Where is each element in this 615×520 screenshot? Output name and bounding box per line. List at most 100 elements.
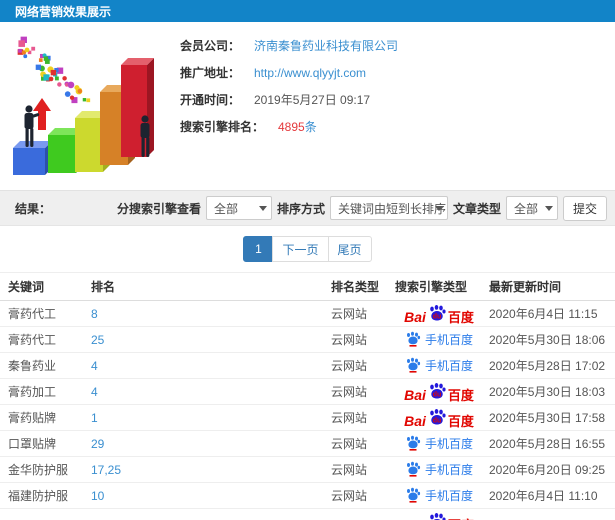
page-button-current[interactable]: 1	[243, 236, 274, 262]
rank-type-cell: 云网站	[331, 411, 368, 425]
engine-cell: Bai du 百度	[389, 408, 489, 428]
results-table: 关键词 排名 排名类型 搜索引擎类型 最新更新时间 膏药代工 8 云网站 Bai…	[0, 272, 615, 520]
rank-type-cell: 云网站	[331, 463, 368, 477]
table-row: 膏药加工 4 云网站 Bai du 百度 2020年5月30日 18:03	[0, 379, 615, 405]
keyword-cell: 秦鲁药业	[8, 359, 57, 373]
table-row: 口罩贴牌 29 云网站 du	[0, 431, 615, 457]
company-name-link[interactable]: 济南秦鲁药业科技有限公司	[254, 37, 398, 54]
article-type-label: 文章类型	[452, 201, 501, 216]
article-type-select[interactable]: 全部	[505, 196, 558, 220]
table-row: 膏药代工 25 云网站 du	[0, 327, 615, 353]
keyword-cell: 口罩贴牌	[8, 437, 57, 451]
result-label: 结果：	[15, 201, 52, 216]
baidu-pc-logo-icon: Bai du 百度	[404, 304, 474, 324]
keyword-cell: 膏药加工	[8, 385, 57, 399]
filter-controls: 分搜索引擎查看 全部 排序方式 关键词由短到长排序 文章类型 全部 提交	[116, 195, 607, 221]
header-rank: 排名	[91, 280, 116, 294]
updated-cell: 2020年5月30日 17:58	[489, 411, 606, 425]
rank-count-number: 4895	[278, 120, 305, 134]
baidu-mobile-logo-icon: 手机百度	[405, 331, 473, 349]
baidu-mobile-logo-icon: 手机百度	[405, 461, 473, 479]
rank-type-cell: 云网站	[331, 385, 368, 399]
table-row: Bai du 百度	[0, 509, 615, 520]
updated-cell: 2020年6月4日 11:15	[489, 307, 598, 321]
svg-text:du: du	[433, 391, 442, 398]
rank-link[interactable]: 25	[91, 333, 104, 347]
company-info-list: 会员公司： 济南秦鲁药业科技有限公司 推广地址： http://www.qlyy…	[175, 32, 615, 140]
baidu-pc-logo-icon: Bai du 百度	[404, 408, 474, 428]
updated-cell: 2020年6月20日 09:25	[489, 463, 606, 477]
updated-cell: 2020年6月4日 11:10	[489, 489, 598, 503]
chevron-down-icon	[544, 206, 553, 211]
submit-button[interactable]: 提交	[562, 195, 607, 221]
sort-filter-label: 排序方式	[276, 201, 325, 216]
page-title: 网络营销效果展示	[15, 4, 112, 19]
company-info-section: 会员公司： 济南秦鲁药业科技有限公司 推广地址： http://www.qlyy…	[0, 22, 615, 190]
table-body: 膏药代工 8 云网站 Bai du 百度 2020年6月4日 11:15 膏药代…	[0, 301, 615, 520]
table-row: 福建防护服 10 云网站 du	[0, 483, 615, 509]
businessman-left-figure	[24, 105, 40, 147]
updated-cell: 2020年5月28日 17:02	[489, 359, 606, 373]
updated-cell: 2020年5月30日 18:03	[489, 385, 606, 399]
keyword-cell: 膏药代工	[8, 333, 57, 347]
header-updated: 最新更新时间	[489, 280, 562, 294]
info-row-rank-count: 搜索引擎排名： 4895条	[175, 113, 615, 140]
updated-cell: 2020年5月30日 18:06	[489, 333, 606, 347]
baidu-pc-logo-icon: Bai du 百度	[404, 512, 474, 520]
baidu-mobile-logo-icon: 手机百度	[405, 357, 473, 375]
rank-type-cell: 云网站	[331, 333, 368, 347]
engine-cell: du 手机百度	[389, 487, 489, 505]
rank-link[interactable]: 1	[91, 411, 98, 425]
page-button-last[interactable]: 尾页	[327, 236, 372, 262]
engine-cell: du 手机百度	[389, 435, 489, 453]
rank-type-cell: 云网站	[331, 307, 368, 321]
table-header-row: 关键词 排名 排名类型 搜索引擎类型 最新更新时间	[0, 273, 615, 301]
table-row: 膏药代工 8 云网站 Bai du 百度 2020年6月4日 11:15	[0, 301, 615, 327]
svg-text:du: du	[433, 313, 442, 320]
rank-link[interactable]: 10	[91, 489, 104, 503]
engine-filter-label: 分搜索引擎查看	[116, 201, 201, 216]
header-engine-type: 搜索引擎类型	[395, 280, 468, 294]
baidu-pc-logo-icon: Bai du 百度	[404, 382, 474, 402]
pagination: 1 下一页 尾页	[0, 226, 615, 272]
header-keyword: 关键词	[8, 280, 45, 294]
confetti-dots	[17, 36, 91, 104]
rank-type-cell: 云网站	[331, 489, 368, 503]
engine-cell: du 手机百度	[389, 331, 489, 349]
rank-link[interactable]: 8	[91, 307, 98, 321]
keyword-cell: 膏药贴牌	[8, 411, 57, 425]
article-type-value: 全部	[513, 201, 538, 216]
engine-cell: du 手机百度	[389, 461, 489, 479]
rank-link[interactable]: 4	[91, 385, 98, 399]
rank-link[interactable]: 29	[91, 437, 104, 451]
sort-filter-select[interactable]: 关键词由短到长排序	[329, 196, 448, 220]
company-label: 会员公司：	[179, 39, 240, 53]
sort-filter-value: 关键词由短到长排序	[337, 201, 446, 216]
window-titlebar: 网络营销效果展示	[0, 0, 615, 22]
keyword-cell: 福建防护服	[8, 489, 69, 503]
engine-filter-select[interactable]: 全部	[205, 196, 272, 220]
updated-cell: 2020年5月28日 16:55	[489, 437, 606, 451]
svg-text:du: du	[433, 417, 442, 424]
info-row-company: 会员公司： 济南秦鲁药业科技有限公司	[175, 32, 615, 59]
rank-type-cell: 云网站	[331, 437, 368, 451]
rank-type-cell: 云网站	[331, 359, 368, 373]
promo-url-label: 推广地址：	[179, 66, 240, 80]
open-time-label: 开通时间：	[179, 93, 240, 107]
promo-url-link[interactable]: http://www.qlyyjt.com	[254, 66, 366, 80]
table-row: 膏药贴牌 1 云网站 Bai du 百度 2020年5月30日 17:58	[0, 405, 615, 431]
engine-cell: Bai du 百度	[389, 382, 489, 402]
open-time-value: 2019年5月27日 09:17	[254, 93, 371, 107]
engine-cell: Bai du 百度	[389, 304, 489, 324]
table-row: 秦鲁药业 4 云网站 du	[0, 353, 615, 379]
page-button-next[interactable]: 下一页	[272, 236, 329, 262]
rank-link[interactable]: 4	[91, 359, 98, 373]
engine-filter-value: 全部	[213, 201, 238, 216]
rank-count-value: 4895条	[278, 118, 317, 135]
keyword-cell: 金华防护服	[8, 463, 69, 477]
baidu-mobile-logo-icon: 手机百度	[405, 435, 473, 453]
rank-link[interactable]: 17,25	[91, 463, 121, 477]
keyword-cell: 膏药代工	[8, 307, 57, 321]
filter-bar: 结果： 分搜索引擎查看 全部 排序方式 关键词由短到长排序 文章类型 全部 提交	[0, 190, 615, 226]
info-row-url: 推广地址： http://www.qlyyjt.com	[175, 59, 615, 86]
